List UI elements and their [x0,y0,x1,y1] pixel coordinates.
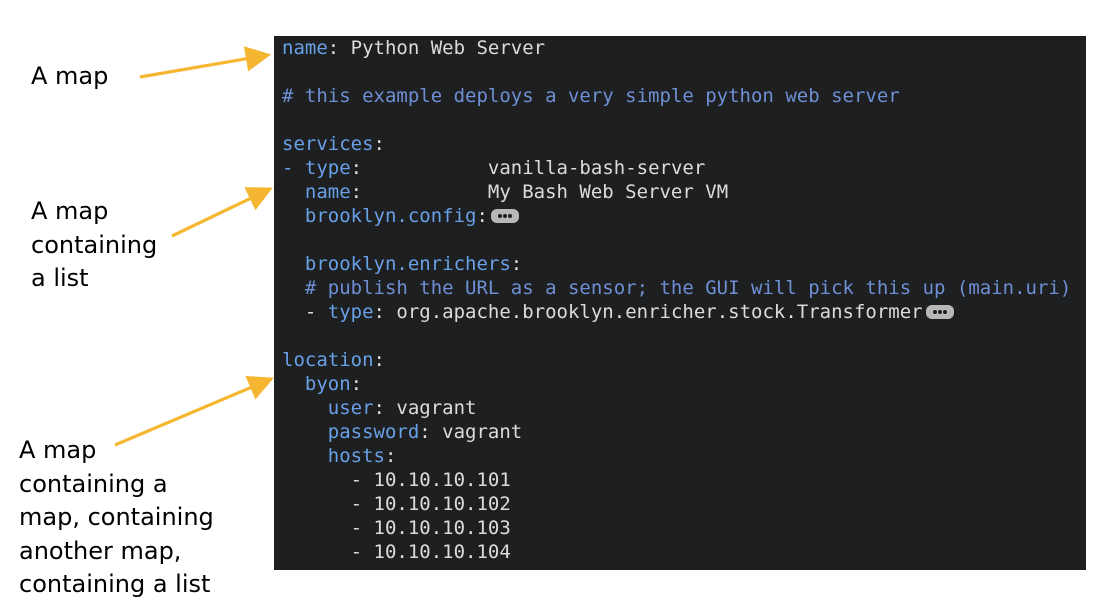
code-line: - 10.10.10.101 [282,468,511,492]
code-token: : [373,349,385,371]
code-line: location: [282,348,385,372]
code-token: - 10.10.10.103 [282,517,511,539]
code-line: services: [282,132,385,156]
code-line: - type: vanilla-bash-server [282,156,705,180]
code-token: # this example deploys a very simple pyt… [282,85,900,107]
code-token: user [282,397,374,419]
code-line: - 10.10.10.104 [282,540,511,564]
code-line: password: vagrant [282,420,522,444]
code-token: : org.apache.brooklyn.enricher.stock.Tra… [373,301,923,323]
fold-ellipsis-icon[interactable] [490,209,519,223]
code-line: name: Python Web Server [282,36,545,60]
code-line: brooklyn.config: [282,204,519,228]
code-token: services [282,133,374,155]
code-token: : vanilla-bash-server [350,157,706,179]
code-token: : [476,205,488,227]
code-token: : [350,373,363,395]
code-token: name [282,181,351,203]
code-token: location [282,349,374,371]
code-token: - 10.10.10.101 [282,469,511,491]
code-token: : vagrant [419,421,523,443]
code-token: hosts [282,445,385,467]
code-token: : vagrant [373,397,477,419]
code-token: type [304,157,351,179]
code-token: : Python Web Server [327,37,546,59]
code-token: : My Bash Web Server VM [350,181,729,203]
code-token: - [282,157,305,179]
code-token: : [510,253,523,275]
arrow-to-services [171,187,273,238]
code-line: user: vagrant [282,396,477,420]
code-line: brooklyn.enrichers: [282,252,522,276]
code-line: - type: org.apache.brooklyn.enricher.sto… [282,300,954,324]
code-token: - 10.10.10.104 [282,541,511,563]
code-token: - 10.10.10.102 [282,493,511,515]
code-line: byon: [282,372,362,396]
code-token: type [327,301,374,323]
code-line: hosts: [282,444,397,468]
arrow-to-location [114,375,274,447]
code-editor: name: Python Web Server # this example de… [274,36,1086,570]
code-line: # this example deploys a very simple pyt… [282,84,900,108]
code-line: - 10.10.10.102 [282,492,511,516]
fold-ellipsis-icon[interactable] [925,305,954,319]
code-line: name: My Bash Web Server VM [282,180,728,204]
code-token: brooklyn.config [282,205,477,227]
code-token: - [282,301,328,323]
code-token: : [373,133,385,155]
code-token: name [282,37,328,59]
code-line: - 10.10.10.103 [282,516,511,540]
arrow-to-map [139,46,272,79]
code-token: # publish the URL as a sensor; the GUI w… [282,277,1072,299]
code-token: brooklyn.enrichers [282,253,511,275]
code-line: # publish the URL as a sensor; the GUI w… [282,276,1071,300]
code-token: byon [282,373,351,395]
code-token: password [282,421,420,443]
code-token: : [384,445,397,467]
